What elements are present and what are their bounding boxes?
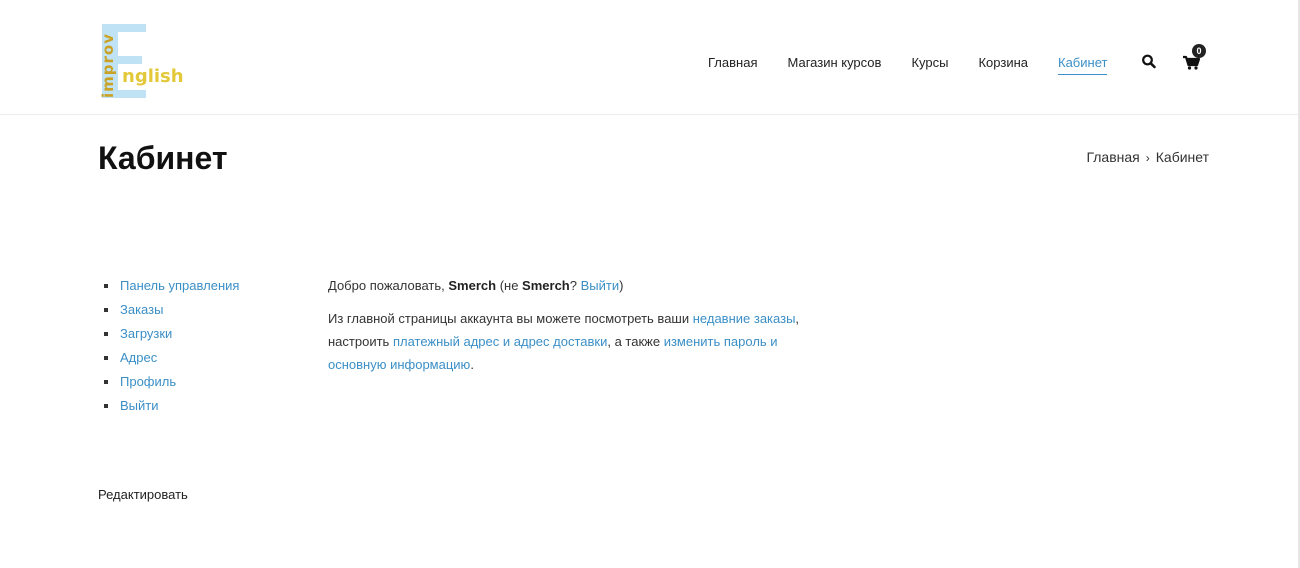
description-part-3: , а также <box>607 334 664 349</box>
account-nav-link-orders[interactable]: Заказы <box>120 302 163 317</box>
list-bullet <box>104 380 108 384</box>
site-header: improv nglish Главная Магазин курсов Кур… <box>0 0 1298 115</box>
nav-item-account[interactable]: Кабинет <box>1058 54 1108 75</box>
account-dashboard-content: Добро пожаловать, Smerch (не Smerch? Вый… <box>328 277 808 376</box>
page: improv nglish Главная Магазин курсов Кур… <box>0 0 1300 568</box>
logout-link[interactable]: Выйти <box>581 278 620 293</box>
account-nav-link-logout[interactable]: Выйти <box>120 398 159 413</box>
edit-link[interactable]: Редактировать <box>98 486 188 504</box>
nav-item-cart[interactable]: Корзина <box>978 54 1028 74</box>
welcome-prefix: Добро пожаловать, <box>328 278 449 293</box>
account-navigation: Панель управления Заказы Загрузки Адрес … <box>104 277 239 421</box>
account-nav-item-profile: Профиль <box>104 373 239 397</box>
welcome-message: Добро пожаловать, Smerch (не Smerch? Вый… <box>328 277 808 295</box>
nav-item-courses[interactable]: Курсы <box>911 54 948 74</box>
list-bullet <box>104 356 108 360</box>
main-nav: Главная Магазин курсов Курсы Корзина Каб… <box>708 54 1137 76</box>
list-bullet <box>104 308 108 312</box>
account-nav-item-address: Адрес <box>104 349 239 373</box>
account-nav-item-dashboard: Панель управления <box>104 277 239 301</box>
breadcrumb-home-link[interactable]: Главная <box>1086 149 1139 165</box>
list-bullet <box>104 332 108 336</box>
logo-word-text: nglish <box>122 66 184 87</box>
breadcrumb-current: Кабинет <box>1155 149 1209 165</box>
site-logo[interactable]: improv nglish <box>96 22 186 100</box>
welcome-end: ) <box>619 278 624 293</box>
account-nav-link-address[interactable]: Адрес <box>120 350 157 365</box>
cart-count-badge: 0 <box>1192 44 1206 58</box>
account-nav-link-dashboard[interactable]: Панель управления <box>120 278 239 293</box>
page-title: Кабинет <box>98 140 228 176</box>
description-part-4: . <box>470 357 474 372</box>
account-nav-item-downloads: Загрузки <box>104 325 239 349</box>
breadcrumb-separator: › <box>1145 151 1150 165</box>
welcome-question: ? <box>569 278 581 293</box>
account-nav-link-profile[interactable]: Профиль <box>120 374 176 389</box>
breadcrumb: Главная › Кабинет <box>1086 148 1209 167</box>
addresses-link[interactable]: платежный адрес и адрес доставки <box>393 334 607 349</box>
account-nav-item-orders: Заказы <box>104 301 239 325</box>
nav-item-home[interactable]: Главная <box>708 54 757 74</box>
search-icon[interactable] <box>1141 51 1157 71</box>
logo-vertical-text: improv <box>99 33 117 98</box>
nav-item-course-shop[interactable]: Магазин курсов <box>787 54 881 74</box>
welcome-mid: (не <box>496 278 523 293</box>
list-bullet <box>104 404 108 408</box>
username: Smerch <box>448 278 497 293</box>
description-part-1: Из главной страницы аккаунта вы можете п… <box>328 311 693 326</box>
list-bullet <box>104 284 108 288</box>
recent-orders-link[interactable]: недавние заказы <box>693 311 796 326</box>
username-repeat: Smerch <box>522 278 570 293</box>
account-nav-link-downloads[interactable]: Загрузки <box>120 326 172 341</box>
dashboard-description: Из главной страницы аккаунта вы можете п… <box>328 307 808 376</box>
account-nav-item-logout: Выйти <box>104 397 239 421</box>
